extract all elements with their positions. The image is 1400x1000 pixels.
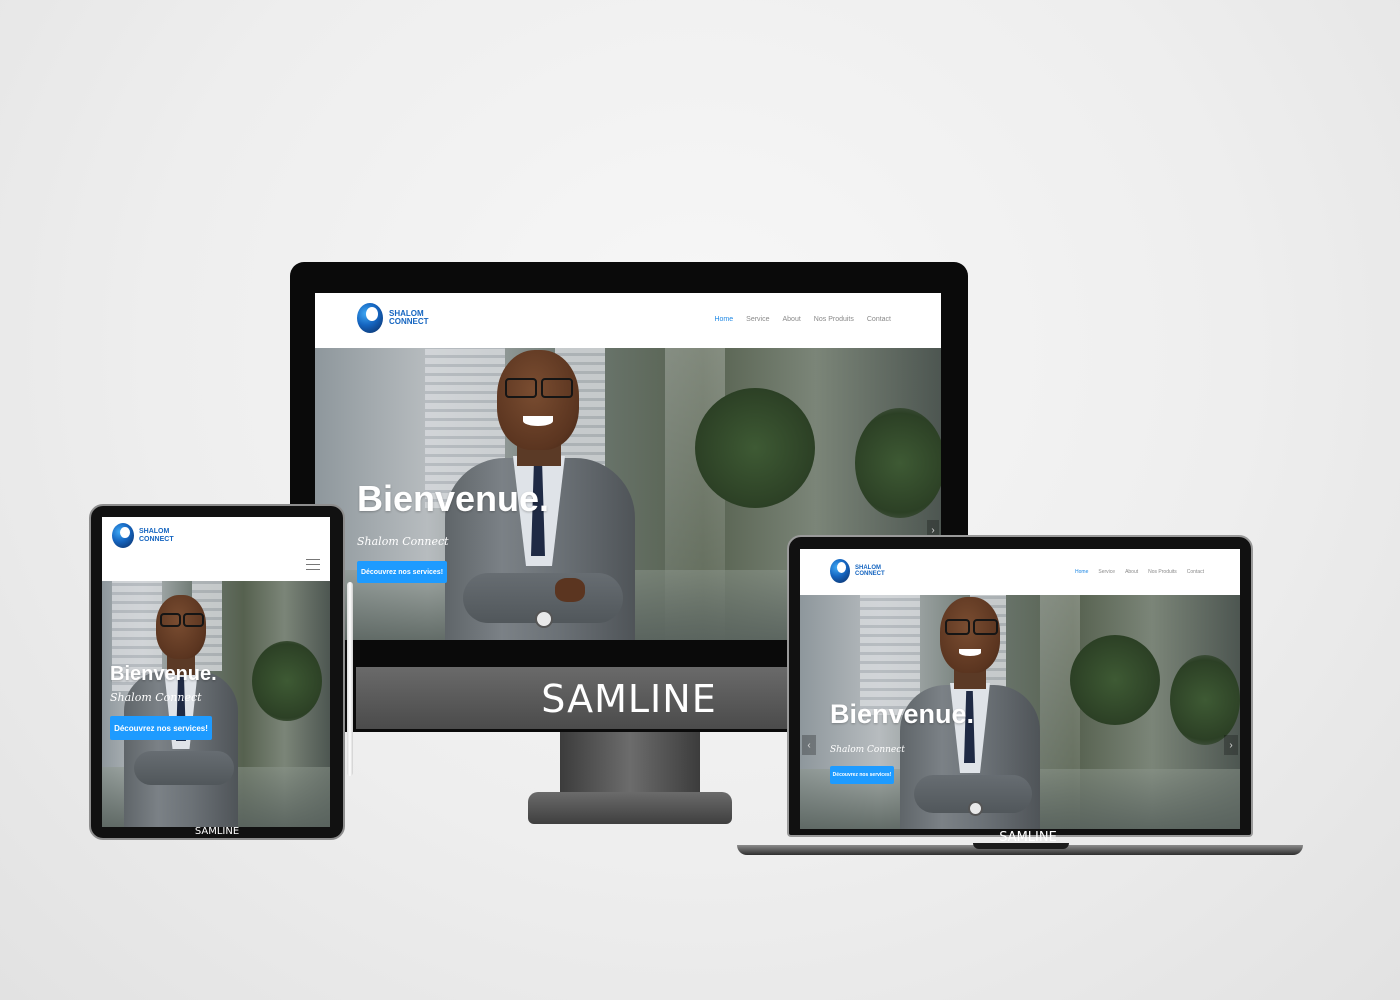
nav-home[interactable]: Home <box>1075 569 1088 575</box>
shalom-logo-icon <box>357 303 383 333</box>
nav-nos-produits[interactable]: Nos Produits <box>814 316 854 323</box>
laptop-brand-label: SAMLINE <box>999 830 1057 845</box>
laptop-hero-subtitle: Shalom Connect <box>830 745 905 755</box>
laptop-logo-line-2: CONNECT <box>855 571 885 577</box>
tablet-site-logo[interactable]: SHALOM CONNECT <box>112 523 174 548</box>
tablet-screen: SHALOM CONNECT Bienvenue. Shalom Connect… <box>102 517 330 827</box>
site-logo[interactable]: SHALOM CONNECT <box>357 303 429 333</box>
nav-service[interactable]: Service <box>746 316 769 323</box>
main-nav: Home Service About Nos Produits Contact <box>714 316 891 323</box>
laptop-hero-cta-button[interactable]: Découvrez nos services! <box>830 766 894 784</box>
hero-cta-button[interactable]: Découvrez nos services! <box>357 561 447 583</box>
laptop-hero-title: Bienvenue. <box>830 699 975 729</box>
hero-title: Bienvenue. <box>357 478 550 519</box>
tablet-hero-cta-button[interactable]: Découvrez nos services! <box>110 716 212 740</box>
background-plant <box>252 641 322 721</box>
hamburger-menu-icon[interactable] <box>306 559 320 574</box>
hero-subtitle: Shalom Connect <box>357 535 449 548</box>
laptop-device: SAMLINE SHALOM CONNECT Home Service Abou… <box>737 535 1305 857</box>
background-plant <box>1170 655 1240 745</box>
nav-about[interactable]: About <box>1125 569 1138 575</box>
laptop-main-nav: Home Service About Nos Produits Contact <box>1075 569 1204 575</box>
carousel-next-arrow[interactable]: › <box>1224 735 1238 755</box>
nav-contact[interactable]: Contact <box>867 316 891 323</box>
tablet-hero-title: Bienvenue. <box>110 663 217 685</box>
tablet-logo-line-1: SHALOM <box>139 528 170 536</box>
site-header: SHALOM CONNECT Home Service About Nos Pr… <box>315 293 941 348</box>
shalom-logo-icon <box>112 523 134 548</box>
nav-service[interactable]: Service <box>1098 569 1115 575</box>
nav-about[interactable]: About <box>783 316 801 323</box>
logo-line-2: CONNECT <box>389 317 429 326</box>
laptop-screen: SHALOM CONNECT Home Service About Nos Pr… <box>800 549 1240 829</box>
background-plant <box>1070 635 1160 725</box>
tablet-logo-line-2: CONNECT <box>139 535 174 543</box>
tablet-brand-label: SAMLINE <box>194 826 240 837</box>
carousel-prev-arrow[interactable]: ‹ <box>802 735 816 755</box>
tablet-site-header: SHALOM CONNECT <box>102 517 330 581</box>
tablet-device: SHALOM CONNECT Bienvenue. Shalom Connect… <box>89 504 345 840</box>
laptop-hero-banner: Bienvenue. Shalom Connect Découvrez nos … <box>800 595 1240 829</box>
shalom-logo-icon <box>830 559 850 583</box>
tablet-hero-person-image <box>112 591 252 827</box>
nav-contact[interactable]: Contact <box>1187 569 1204 575</box>
tablet-hero-subtitle: Shalom Connect <box>110 691 202 704</box>
background-plant <box>855 408 941 518</box>
background-plant <box>695 388 815 508</box>
monitor-stand-neck <box>560 728 700 798</box>
monitor-stand-foot <box>528 792 732 824</box>
nav-home[interactable]: Home <box>714 316 733 323</box>
stylus-pencil <box>347 582 353 776</box>
laptop-site-header: SHALOM CONNECT Home Service About Nos Pr… <box>800 549 1240 595</box>
tablet-hero-banner: Bienvenue. Shalom Connect Découvrez nos … <box>102 581 330 827</box>
laptop-site-logo[interactable]: SHALOM CONNECT <box>830 559 885 583</box>
nav-nos-produits[interactable]: Nos Produits <box>1148 569 1177 575</box>
